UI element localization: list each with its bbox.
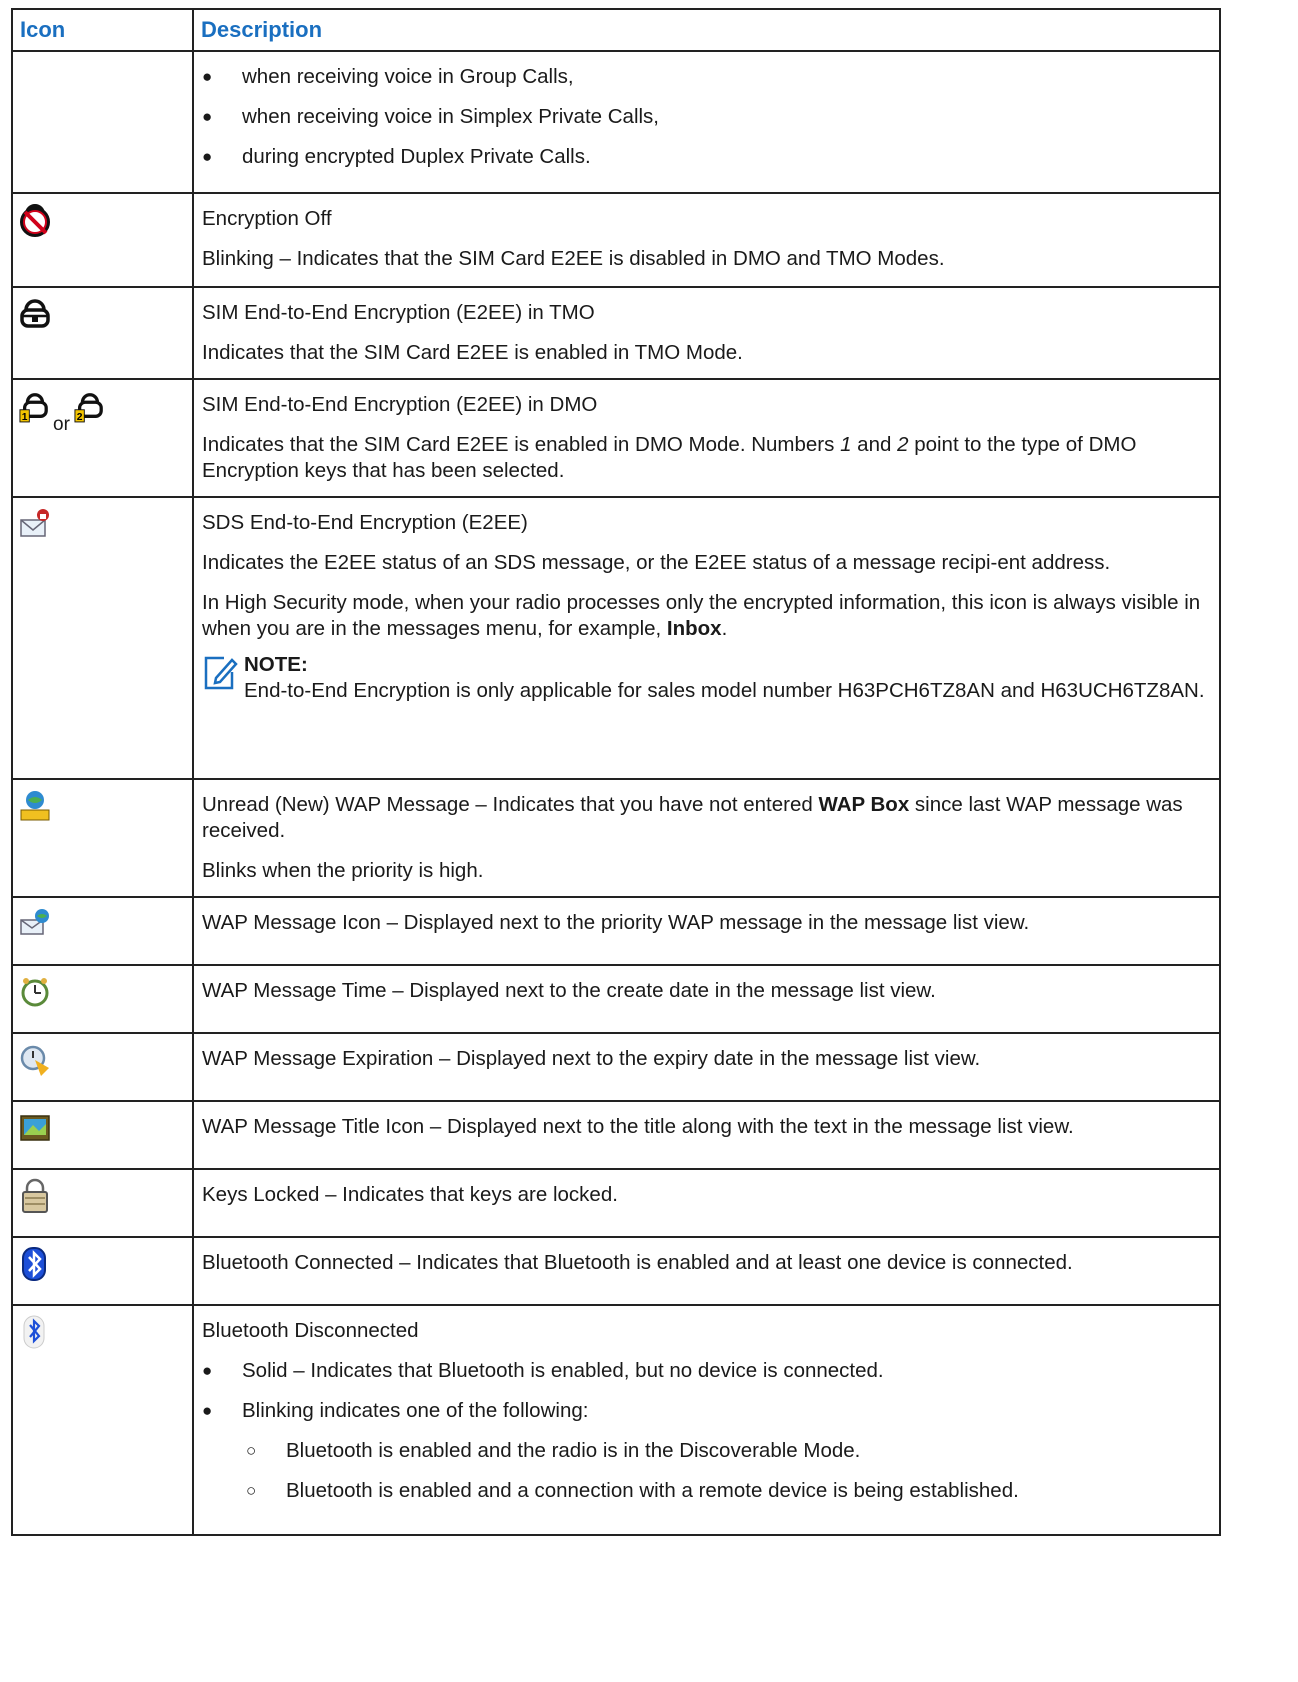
table-row: WAP Message Title Icon – Displayed next … (11, 1100, 1221, 1170)
keys-locked-icon (22, 1178, 48, 1213)
list-item: ● Blinking indicates one of the following… (202, 1399, 589, 1422)
icon-cell (11, 778, 194, 898)
sub-list-item: ○ Bluetooth is enabled and a connection w… (246, 1479, 1019, 1502)
icon-cell (11, 286, 194, 380)
row-text: WAP Message Title Icon – Displayed next … (202, 1115, 1074, 1138)
table-row: SDS End-to-End Encryption (E2EE) Indicat… (11, 496, 1221, 780)
wap-unread-icon (20, 791, 50, 821)
row-title: SIM End-to-End Encryption (E2EE) in DMO (202, 393, 598, 416)
note-pencil-icon (204, 656, 238, 690)
list-item: ● when receiving voice in Simplex Private… (202, 105, 660, 128)
description-cell: Bluetooth Connected – Indicates that Blu… (192, 1236, 1221, 1306)
bluetooth-connected-icon (22, 1247, 46, 1281)
sim-e2ee-dmo-key2-icon: 2 (74, 393, 103, 423)
note-box: NOTE: End-to-End Encryption is only appl… (202, 652, 1209, 704)
description-cell: SDS End-to-End Encryption (E2EE) Indicat… (192, 496, 1221, 780)
icon-cell (11, 1236, 194, 1306)
description-cell: Encryption Off Blinking – Indicates that… (192, 192, 1221, 288)
table-row: Bluetooth Disconnected ● Solid – Indicate… (11, 1304, 1221, 1536)
sim-e2ee-dmo-key1-icon: 1 (19, 393, 48, 423)
table-row: Keys Locked – Indicates that keys are lo… (11, 1168, 1221, 1238)
table-row: Encryption Off Blinking – Indicates that… (11, 192, 1221, 288)
row-text: Indicates that the SIM Card E2EE is enab… (202, 341, 743, 364)
table-row: ● when receiving voice in Group Calls, ● w… (11, 50, 1221, 194)
description-cell: WAP Message Title Icon – Displayed next … (192, 1100, 1221, 1170)
sub-list-item: ○ Bluetooth is enabled and the radio is i… (246, 1439, 861, 1462)
bluetooth-disconnected-icon (23, 1315, 45, 1349)
row-text: Keys Locked – Indicates that keys are lo… (202, 1183, 618, 1206)
icon-cell (11, 964, 194, 1034)
wap-title-icon (20, 1115, 50, 1141)
list-item: ● when receiving voice in Group Calls, (202, 65, 574, 88)
description-cell: SIM End-to-End Encryption (E2EE) in DMO … (192, 378, 1221, 498)
svg-text:2: 2 (77, 412, 83, 423)
row-text: Blinks when the priority is high. (202, 859, 484, 882)
table-row: Unread (New) WAP Message – Indicates tha… (11, 778, 1221, 898)
table-row: Bluetooth Connected – Indicates that Blu… (11, 1236, 1221, 1306)
row-title: Bluetooth Disconnected (202, 1319, 419, 1342)
description-cell: SIM End-to-End Encryption (E2EE) in TMO … (192, 286, 1221, 380)
row-text: WAP Message Icon – Displayed next to the… (202, 911, 1030, 934)
row-title: SIM End-to-End Encryption (E2EE) in TMO (202, 301, 595, 324)
row-title: SDS End-to-End Encryption (E2EE) (202, 511, 528, 534)
description-cell: Keys Locked – Indicates that keys are lo… (192, 1168, 1221, 1238)
row-text: Unread (New) WAP Message – Indicates tha… (202, 793, 1183, 842)
wap-expiration-icon (20, 1045, 49, 1076)
row-text: WAP Message Time – Displayed next to the… (202, 979, 936, 1002)
table-row: WAP Message Time – Displayed next to the… (11, 964, 1221, 1034)
icon-cell (11, 1304, 194, 1536)
header-description: Description (192, 8, 1221, 52)
wap-time-icon (21, 978, 49, 1007)
row-text: In High Security mode, when your radio p… (202, 591, 1201, 640)
sds-e2ee-icon (20, 509, 49, 537)
list-item: ● during encrypted Duplex Private Calls. (202, 145, 591, 168)
icon-cell (11, 1032, 194, 1102)
svg-text:1: 1 (22, 412, 28, 423)
icon-cell (11, 496, 194, 780)
icon-cell (11, 1168, 194, 1238)
table-row: WAP Message Expiration – Displayed next … (11, 1032, 1221, 1102)
row-text: WAP Message Expiration – Displayed next … (202, 1047, 981, 1070)
icon-cell (11, 896, 194, 966)
description-cell: ● when receiving voice in Group Calls, ● w… (192, 50, 1221, 194)
table-row: SIM End-to-End Encryption (E2EE) in TMO … (11, 286, 1221, 380)
icon-cell (11, 192, 194, 288)
sim-e2ee-tmo-icon (20, 299, 50, 328)
list-item: ● Solid – Indicates that Bluetooth is ena… (202, 1359, 884, 1382)
note-text: End-to-End Encryption is only applicable… (244, 679, 1205, 702)
icon-cell-empty (11, 50, 194, 194)
description-cell: WAP Message Icon – Displayed next to the… (192, 896, 1221, 966)
wap-message-icon (20, 909, 49, 935)
row-text: Indicates the E2EE status of an SDS mess… (202, 551, 1111, 574)
table-header-row: Icon Description (11, 8, 1221, 52)
table-row: WAP Message Icon – Displayed next to the… (11, 896, 1221, 966)
description-cell: WAP Message Expiration – Displayed next … (192, 1032, 1221, 1102)
icon-cell (11, 1100, 194, 1170)
icon-description-table: Icon Description ● when receiving voice i… (11, 8, 1221, 1536)
encryption-off-icon (20, 204, 50, 237)
sim-e2ee-dmo-icons: 1 or 2 (19, 393, 104, 435)
row-text: Indicates that the SIM Card E2EE is enab… (202, 433, 1137, 482)
description-cell: Unread (New) WAP Message – Indicates tha… (192, 778, 1221, 898)
description-cell: Bluetooth Disconnected ● Solid – Indicate… (192, 1304, 1221, 1536)
header-icon: Icon (11, 8, 194, 52)
row-text: Bluetooth Connected – Indicates that Blu… (202, 1251, 1073, 1274)
row-title: Encryption Off (202, 207, 332, 230)
table-row: 1 or 2 SIM End-to-End Encryption (E2EE) … (11, 378, 1221, 498)
row-text: Blinking – Indicates that the SIM Card E… (202, 247, 945, 270)
description-cell: WAP Message Time – Displayed next to the… (192, 964, 1221, 1034)
icon-cell: 1 or 2 (11, 378, 194, 498)
note-title: NOTE: (244, 653, 308, 676)
